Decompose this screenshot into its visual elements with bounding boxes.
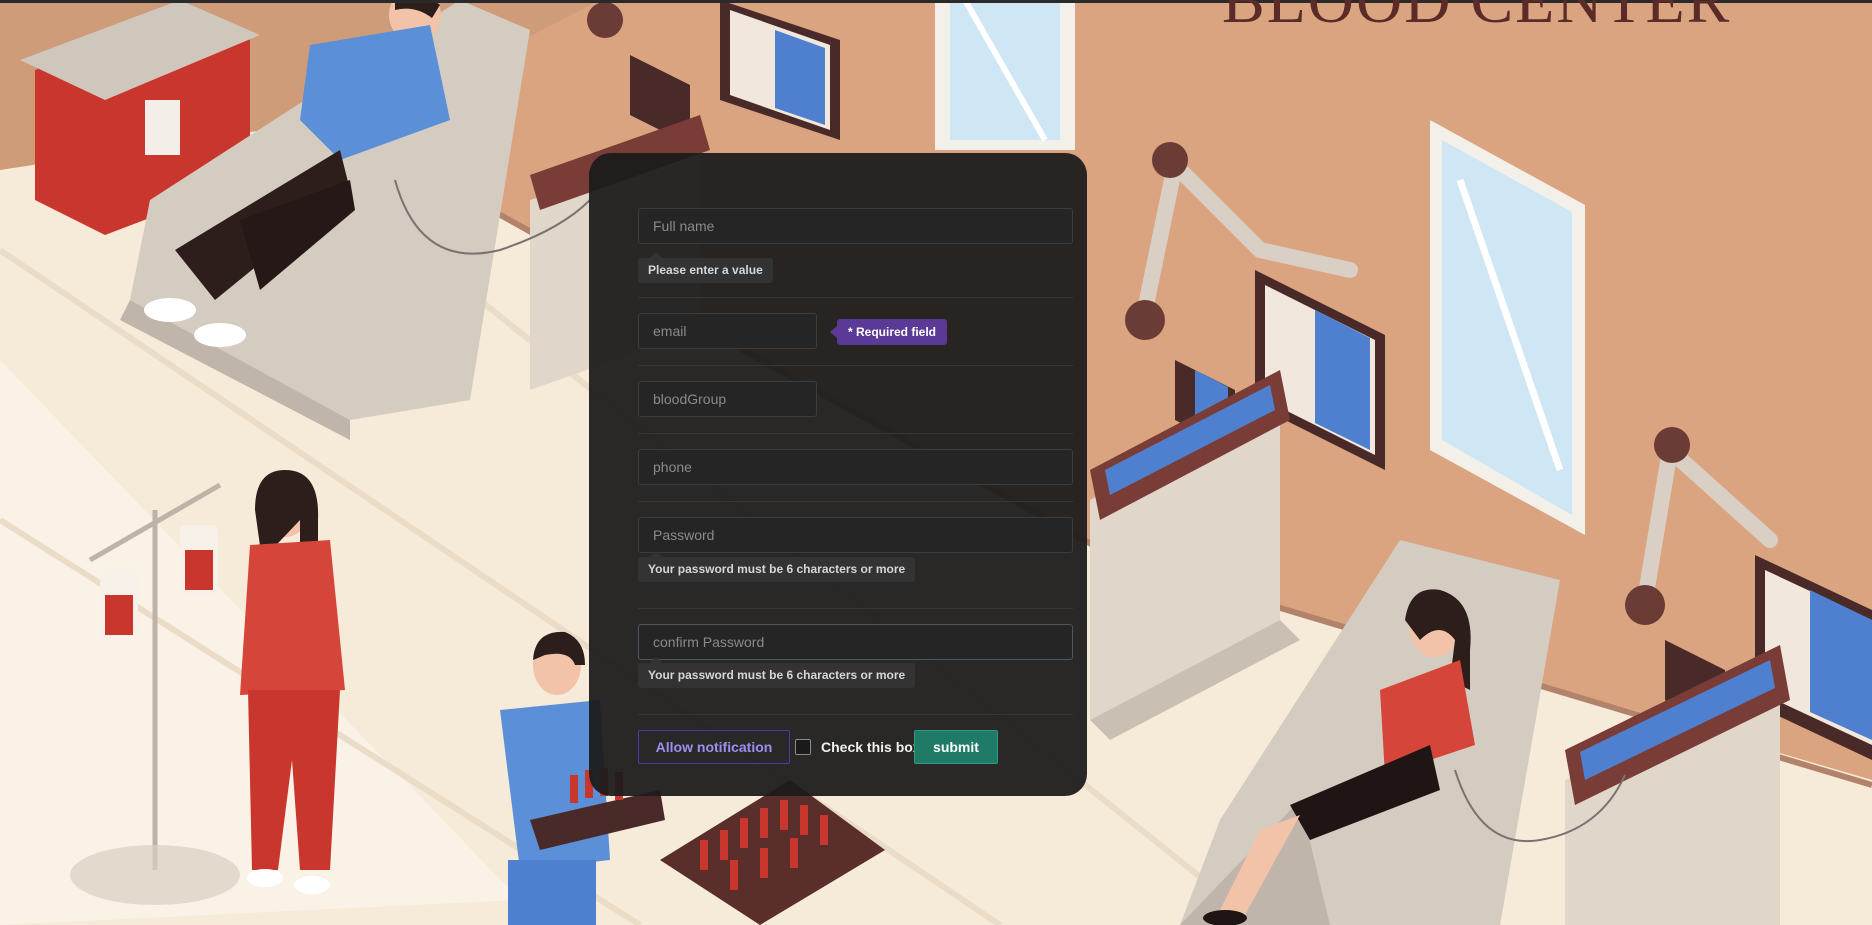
password-input[interactable] [638, 517, 1073, 553]
password-hint: Your password must be 6 characters or mo… [638, 551, 916, 582]
required-field-badge: * Required field [829, 319, 948, 345]
window-left [935, 0, 1075, 150]
fullname-hint: Please enter a value [638, 252, 773, 283]
bloodgroup-input[interactable] [638, 381, 817, 417]
divider [638, 501, 1073, 502]
confirm-password-input[interactable] [638, 624, 1073, 660]
allow-notification-button[interactable]: Allow notification [638, 730, 790, 764]
checkbox-label: Check this box [821, 739, 921, 755]
divider [638, 365, 1073, 366]
check-this-box-checkbox[interactable] [795, 739, 811, 755]
submit-button[interactable]: submit [914, 730, 998, 764]
divider [638, 608, 1073, 609]
registration-form: Please enter a value * Required field Yo… [589, 153, 1087, 796]
fullname-input[interactable] [638, 208, 1073, 244]
email-input[interactable] [638, 313, 817, 349]
confirm-password-hint: Your password must be 6 characters or mo… [638, 657, 916, 688]
divider [638, 433, 1073, 434]
divider [638, 297, 1073, 298]
brand-title: BLOOD CENTER [1222, 0, 1732, 36]
phone-input[interactable] [638, 449, 1073, 485]
divider [638, 714, 1073, 715]
